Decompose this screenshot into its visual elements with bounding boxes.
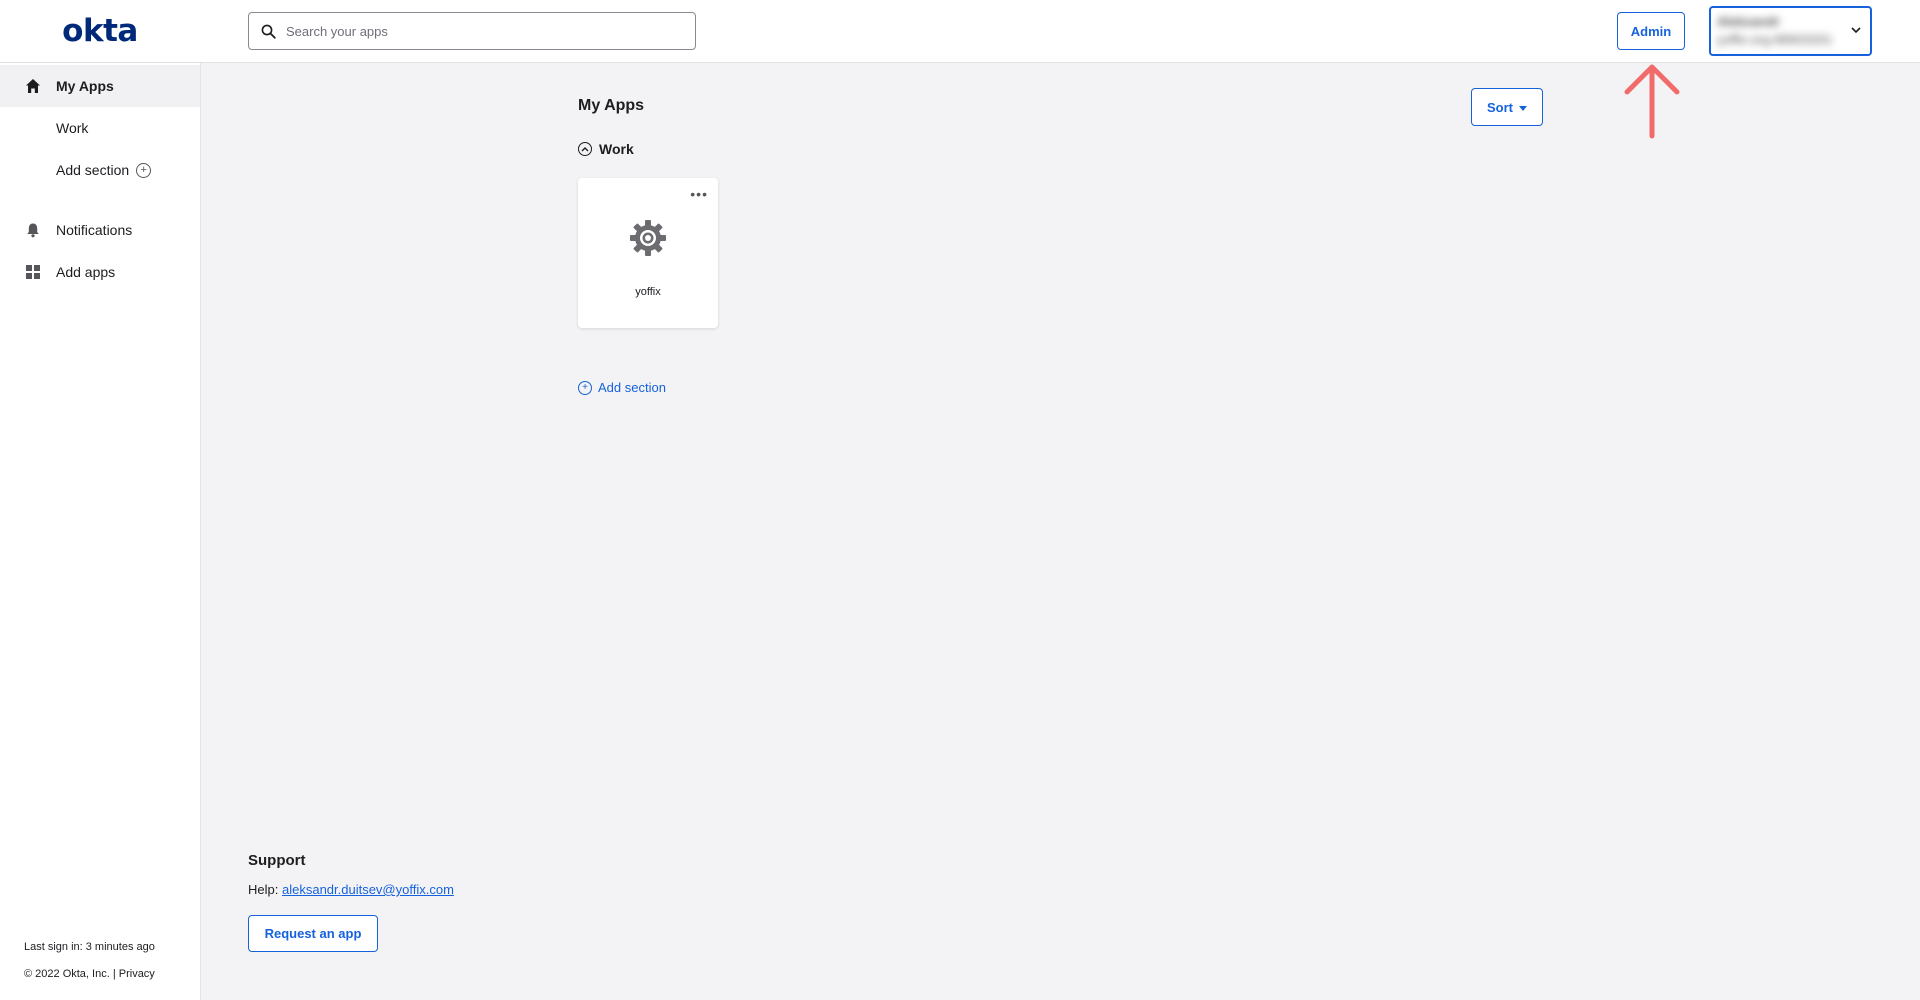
search-icon — [261, 24, 276, 39]
top-bar: Admin Aleksandr yoffix-org-88903331 — [200, 0, 1920, 63]
help-email-link[interactable]: aleksandr.duitsev@yoffix.com — [282, 882, 454, 897]
user-menu-dropdown[interactable]: Aleksandr yoffix-org-88903331 — [1709, 6, 1872, 56]
sidebar-nav: My Apps Work Add section + Notifications… — [0, 63, 200, 293]
home-icon — [24, 77, 42, 95]
add-section-link[interactable]: + Add section — [578, 380, 666, 395]
section-toggle-work[interactable]: Work — [578, 141, 634, 157]
sidebar-item-my-apps[interactable]: My Apps — [0, 65, 200, 107]
add-section-label: Add section — [598, 380, 666, 395]
app-tile[interactable]: ••• yoffix — [578, 178, 718, 328]
chevron-up-circle-icon — [578, 142, 592, 156]
sidebar-item-label: Add apps — [56, 264, 116, 280]
sort-button[interactable]: Sort — [1471, 88, 1543, 126]
support-help: Help: aleksandr.duitsev@yoffix.com — [248, 882, 454, 897]
search-input[interactable] — [284, 22, 668, 40]
search-box[interactable] — [248, 12, 696, 50]
more-options-icon[interactable]: ••• — [690, 186, 708, 202]
okta-logo[interactable]: okta — [62, 13, 138, 49]
up-arrow-icon — [1624, 64, 1680, 139]
user-name: Aleksandr — [1717, 14, 1780, 29]
help-prefix: Help: — [248, 882, 279, 897]
chevron-down-icon — [1851, 27, 1861, 34]
plus-circle-icon: + — [578, 380, 592, 395]
sidebar-item-add-apps[interactable]: Add apps — [0, 251, 200, 293]
logo-area: okta — [0, 0, 200, 63]
sidebar-footer: Last sign in: 3 minutes ago © 2022 Okta,… — [24, 934, 155, 988]
footer-separator: | — [112, 968, 116, 980]
sidebar-item-work[interactable]: Work — [0, 107, 200, 149]
sidebar-item-label: Notifications — [56, 222, 133, 238]
grid-icon — [24, 263, 42, 281]
privacy-link[interactable]: Privacy — [119, 968, 155, 980]
sidebar-item-add-section[interactable]: Add section + — [0, 149, 200, 191]
sidebar-item-label: Add section — [56, 162, 130, 178]
last-sign-in: Last sign in: 3 minutes ago — [24, 941, 155, 953]
support-heading: Support — [248, 852, 306, 869]
sidebar-item-label: My Apps — [56, 78, 114, 94]
sort-label: Sort — [1487, 99, 1513, 115]
sidebar-item-label: Work — [56, 120, 89, 136]
request-app-button[interactable]: Request an app — [248, 915, 378, 952]
sidebar-item-notifications[interactable]: Notifications — [0, 209, 200, 251]
app-name: yoffix — [635, 286, 661, 298]
bell-icon — [24, 221, 42, 239]
admin-button[interactable]: Admin — [1617, 12, 1685, 50]
plus-circle-icon: + — [136, 162, 152, 178]
copyright-line: © 2022 Okta, Inc. | Privacy — [24, 961, 155, 988]
copyright-text: © 2022 Okta, Inc. — [24, 968, 110, 980]
sidebar: okta My Apps Work Add section + Notifica… — [0, 0, 201, 1000]
user-org: yoffix-org-88903331 — [1717, 32, 1833, 47]
gear-icon — [630, 220, 666, 256]
caret-down-icon — [1519, 105, 1527, 111]
page-title: My Apps — [578, 97, 645, 114]
section-label: Work — [599, 141, 634, 157]
